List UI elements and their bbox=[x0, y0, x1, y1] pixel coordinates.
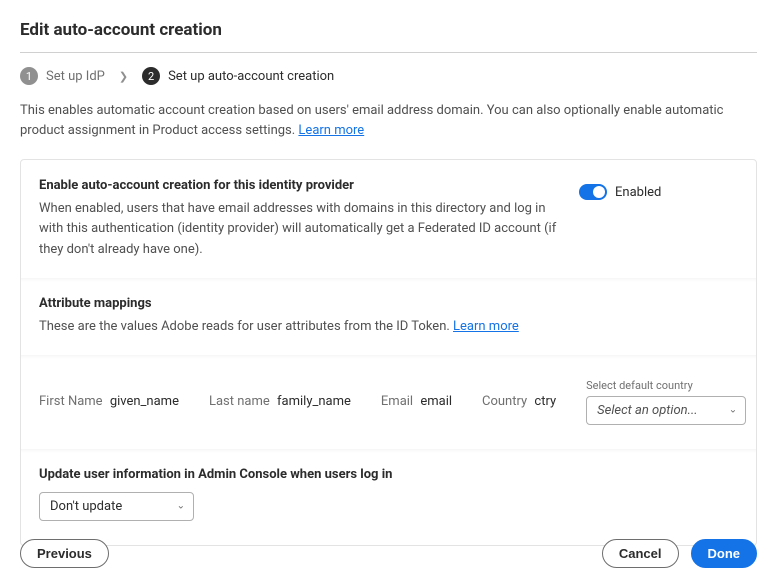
mapping-first-name: First Name given_name bbox=[39, 394, 179, 409]
stepper: 1 Set up IdP ❯ 2 Set up auto-account cre… bbox=[20, 67, 757, 85]
enable-title: Enable auto-account creation for this id… bbox=[39, 178, 559, 193]
toggle-label: Enabled bbox=[615, 185, 661, 200]
step-setup-idp[interactable]: 1 Set up IdP bbox=[20, 67, 105, 85]
learn-more-link[interactable]: Learn more bbox=[298, 123, 364, 138]
dialog-header: Edit auto-account creation bbox=[20, 20, 757, 53]
step-auto-account: 2 Set up auto-account creation bbox=[142, 67, 334, 85]
step-number: 1 bbox=[20, 67, 38, 85]
mappings-description: These are the values Adobe reads for use… bbox=[39, 317, 738, 337]
update-mode-select[interactable]: Don't update ⌄ bbox=[39, 492, 194, 521]
settings-card: Enable auto-account creation for this id… bbox=[20, 159, 757, 546]
chevron-down-icon: ⌄ bbox=[177, 501, 185, 512]
step-number: 2 bbox=[142, 67, 160, 85]
enable-toggle[interactable] bbox=[579, 184, 607, 200]
mappings-row: First Name given_name Last name family_n… bbox=[21, 355, 756, 449]
dialog-title: Edit auto-account creation bbox=[20, 20, 757, 40]
chevron-down-icon: ⌄ bbox=[729, 405, 737, 416]
enable-description: When enabled, users that have email addr… bbox=[39, 199, 559, 259]
previous-button[interactable]: Previous bbox=[20, 539, 109, 568]
update-title: Update user information in Admin Console… bbox=[39, 467, 738, 482]
enable-section: Enable auto-account creation for this id… bbox=[21, 160, 756, 277]
chevron-right-icon: ❯ bbox=[119, 70, 128, 83]
step-label: Set up IdP bbox=[46, 69, 105, 84]
cancel-button[interactable]: Cancel bbox=[602, 539, 679, 568]
intro-body: This enables automatic account creation … bbox=[20, 103, 724, 138]
default-country-select[interactable]: Select an option... ⌄ bbox=[586, 396, 746, 425]
done-button[interactable]: Done bbox=[691, 539, 758, 568]
update-section: Update user information in Admin Console… bbox=[21, 449, 756, 545]
mapping-last-name: Last name family_name bbox=[209, 394, 351, 409]
learn-more-link[interactable]: Learn more bbox=[453, 319, 519, 334]
mappings-title: Attribute mappings bbox=[39, 296, 738, 311]
dialog-footer: Previous Cancel Done bbox=[20, 539, 757, 568]
mapping-country: Country ctry bbox=[482, 394, 556, 409]
default-country-label: Select default country bbox=[586, 379, 746, 392]
step-label: Set up auto-account creation bbox=[168, 69, 334, 84]
mapping-email: Email email bbox=[381, 394, 452, 409]
default-country-field: Select default country Select an option.… bbox=[586, 379, 746, 425]
attribute-mappings-section: Attribute mappings These are the values … bbox=[21, 278, 756, 355]
intro-text: This enables automatic account creation … bbox=[20, 101, 757, 141]
